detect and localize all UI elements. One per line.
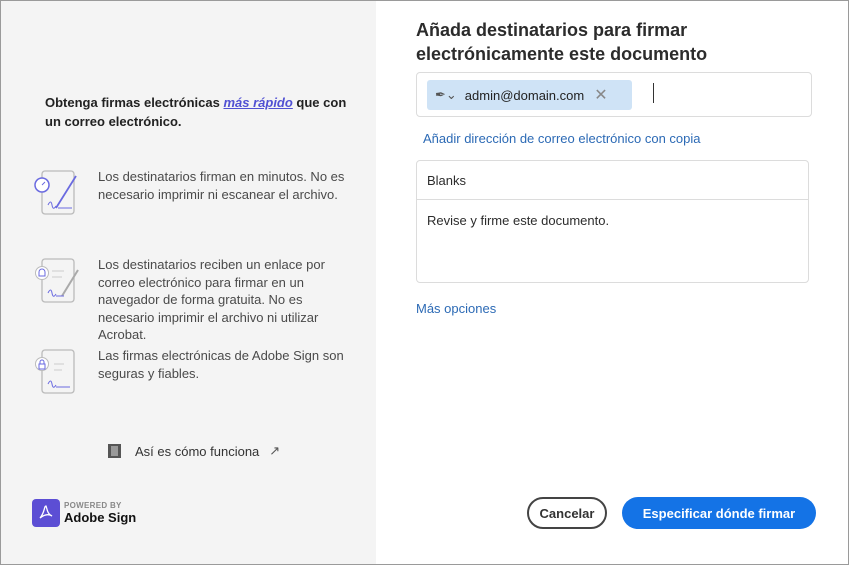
- specify-where-to-sign-button[interactable]: Especificar dónde firmar: [622, 497, 816, 529]
- lock-document-icon: [35, 349, 75, 394]
- remove-recipient-icon[interactable]: ✕: [594, 85, 607, 105]
- adobe-sign-logo-icon: [32, 499, 60, 527]
- stopwatch-document-icon: [34, 170, 77, 215]
- cancel-button[interactable]: Cancelar: [527, 497, 607, 529]
- feature-item: Los destinatarios firman en minutos. No …: [30, 168, 360, 220]
- intro-text: Obtenga firmas electrónicas más rápido q…: [45, 93, 355, 131]
- powered-by-logo: POWERED BY Adobe Sign: [32, 499, 136, 527]
- page-title: Añada destinatarios para firmar electrón…: [416, 20, 708, 64]
- more-options-link[interactable]: Más opciones: [416, 301, 496, 316]
- film-icon: [108, 444, 121, 458]
- recipient-chip: ✒⌄ admin@domain.com ✕: [427, 80, 632, 110]
- signer-role-icon[interactable]: ✒⌄: [435, 87, 457, 103]
- bell-document-icon: [35, 258, 79, 303]
- intro-before: Obtenga firmas electrónicas: [45, 95, 224, 110]
- external-link-icon: ↗: [269, 443, 281, 458]
- message-input[interactable]: Revise y firme este documento.: [417, 200, 808, 241]
- feature-item: Los destinatarios reciben un enlace por …: [30, 256, 360, 344]
- feature-text: Las firmas electrónicas de Adobe Sign so…: [98, 348, 344, 381]
- recipient-email: admin@domain.com: [464, 87, 585, 103]
- feature-text: Los destinatarios reciben un enlace por …: [98, 257, 325, 342]
- how-it-works-link[interactable]: Así es cómo funciona ↗: [108, 443, 280, 459]
- brand-name: Adobe Sign: [64, 510, 137, 525]
- text-cursor: [653, 83, 654, 103]
- faster-link[interactable]: más rápido: [223, 95, 292, 110]
- subject-input[interactable]: Blanks: [417, 161, 808, 200]
- add-cc-link[interactable]: Añadir dirección de correo electrónico c…: [423, 131, 701, 146]
- how-it-works-label: Así es cómo funciona: [135, 443, 260, 459]
- recipients-input[interactable]: ✒⌄ admin@domain.com ✕: [416, 72, 812, 117]
- message-box: Blanks Revise y firme este documento.: [416, 160, 809, 283]
- feature-item: Las firmas electrónicas de Adobe Sign so…: [30, 347, 360, 399]
- powered-by-label: POWERED BY: [64, 501, 122, 510]
- feature-text: Los destinatarios firman en minutos. No …: [98, 169, 345, 202]
